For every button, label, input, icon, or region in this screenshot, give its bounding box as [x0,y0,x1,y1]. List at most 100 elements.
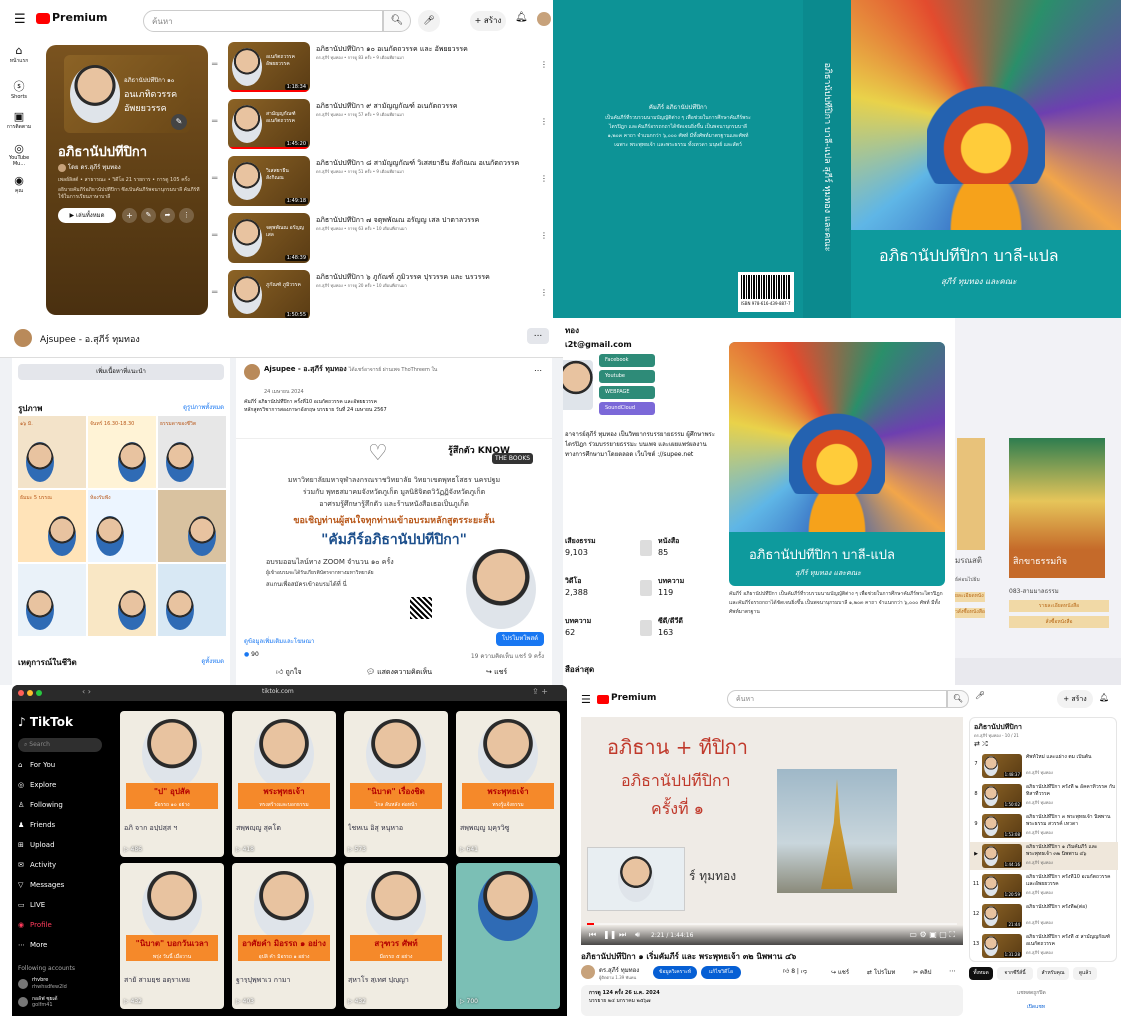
nav-item-friends[interactable]: ♟ Friends [18,821,108,837]
page-avatar[interactable] [14,329,32,347]
video-thumbnail[interactable]: จตุพพัณณ อรัญญ เสล 1:48:39 [228,213,310,263]
events-link[interactable]: ดูทั้งหมด [201,656,224,666]
filter-chip[interactable]: ทั้งหมด [969,967,993,980]
social-button-webpage[interactable]: WEBPAGE [599,386,655,399]
mic-icon[interactable]: 🎤︎ [975,691,985,700]
more-icon[interactable]: ⋮ [540,231,548,240]
side-detail-button[interactable]: รายละเอียดหนังสือ [1009,600,1109,612]
pause-icon[interactable]: ❚❚ [603,930,616,939]
photo-thumbnail[interactable]: จันทร์ 16.30-18.30 [88,416,156,488]
create-button[interactable]: + สร้าง [1057,690,1093,708]
nav-item-more[interactable]: ⋯ More [18,941,108,957]
video-card[interactable]: "นิบาต" เรื่องชิด ไกล ลับหลัง ต่อหน้า ไชหเ… [344,711,448,857]
playlist-item[interactable]: 7 1:48:37 ศัพท์ใหม่ และแผ่าง ตม เป็นต้น ดร.… [970,752,1118,780]
playlist-item[interactable]: ▶ 1:44:16 อภิธานัปปทีปิกา ๑ เริ่มคัมภีร์ แ… [970,842,1118,870]
next-icon[interactable]: ⏭ [619,930,626,940]
video-card[interactable]: ▷ 700 [456,863,560,1009]
social-button-soundcloud[interactable]: SoundCloud [599,402,655,415]
drag-handle-icon[interactable]: ═ [212,288,217,298]
post-avatar[interactable] [244,364,260,380]
nav-item-following[interactable]: ♙ Following [18,801,108,817]
video-card[interactable]: อาศัยคำ มิอรรถ ๑ อย่าง อุปลิ คำ มิอรรถ ๑ … [232,863,336,1009]
bell-icon[interactable]: 🔔︎ [515,12,528,23]
video-card[interactable]: "นิบาต" บอกวันเวลา พรุ่ง วันนี้ เมื่อวานส… [120,863,224,1009]
youtube-logo[interactable] [597,695,609,704]
photo-thumbnail[interactable]: ธรรมดาของชีวิต [158,416,226,488]
video-card[interactable]: สวุฑวร ศัพท์ มีอรรถ ๕ อย่าง สฺหาโร สฺเทศ ป… [344,863,448,1009]
add-icon[interactable]: + [122,208,137,223]
photo-thumbnail[interactable] [158,490,226,562]
search-input[interactable]: ค้นหา [143,10,383,32]
social-button-youtube[interactable]: Youtube [599,370,655,383]
filter-chip[interactable]: ดูแล้ว [1073,967,1097,980]
search-button[interactable]: 🔍︎ [383,10,411,32]
filter-chip[interactable]: สำหรับคุณ [1037,967,1069,980]
following-account[interactable]: rhvbre rhwhsdfew2ld [18,977,110,993]
video-thumbnail[interactable]: วิเสสยาธีน สังกิณณ 1:49:18 [228,156,310,206]
live-chat-link[interactable]: เปิดแชท [1027,1003,1045,1011]
more-icon[interactable]: ⋮ [179,208,194,223]
drag-handle-icon[interactable]: ═ [212,60,217,70]
drag-handle-icon[interactable]: ═ [212,231,217,241]
play-all-button[interactable]: ▶ เล่นทั้งหมด [58,208,116,223]
prev-icon[interactable]: ⏮ [589,930,596,940]
tiktok-logo[interactable]: ♪ TikTok [18,715,73,729]
book-cover-image[interactable]: อภิธานัปปทีปิกา บาลี-แปล สุภีร์ ทุมทอง แ… [729,342,945,586]
edit-icon[interactable]: ✎ [171,114,187,130]
back-icon[interactable]: ‹ › [82,687,91,696]
share-icon[interactable]: ⇪ + [532,687,548,696]
video-thumbnail[interactable]: สามัญญกัณฑ์ อเนกัตถวรรค 1:45:20 [228,99,310,149]
post-more-icon[interactable]: ⋯ [534,366,542,375]
menu-icon[interactable]: ☰ [14,12,26,27]
video-card[interactable]: พระพุทธเจ้า ทรงรู้แจ้งธรรม สพฺพญฺญู มฺคุรว… [456,711,560,857]
video-card[interactable]: "ป" อุปสัค มีอรรถ ๑๐ อย่าง อภิ จาก อปฺปสฺส… [120,711,224,857]
nav-subscriptions[interactable]: ▣ การติดตาม [2,110,36,131]
volume-icon[interactable]: 🔊︎ [635,930,640,940]
youtube-logo[interactable] [36,13,50,24]
nav-item-explore[interactable]: ◎ Explore [18,781,108,797]
nav-home[interactable]: ⌂ หน้าแรก [2,44,36,65]
photo-thumbnail[interactable] [88,564,156,636]
search-button[interactable]: 🔍︎ [947,690,969,708]
following-account[interactable]: กอลัฟ ซุยเด้ golfm41 [18,995,110,1011]
video-card[interactable]: พระพุทธเจ้า ทรงสร้างและบอกธรรม สพฺพญฺญู สุ… [232,711,336,857]
loop-icon[interactable]: ⇄ ⤮ [974,740,988,749]
playlist-video-row[interactable]: ═ สามัญญกัณฑ์ อเนกัตถวรรค 1:45:20 อภิธานัปป… [212,97,550,151]
playlist-item[interactable]: 9 1:53:08 อภิธานัปปทีปิกา ๓ พระพุทธเจ้า นิ… [970,812,1118,840]
nav-item-upload[interactable]: ⊞ Upload [18,841,108,857]
playlist-item[interactable]: 13 1:31:28 อภิธานัปปทีปิกา ครั้งที่ ๕ สามั… [970,932,1118,960]
promote-button[interactable]: โปรโมทโพสต์ [496,632,544,646]
playlist-item[interactable]: 12 21:44 อภิธานัปปทีปิกา ครั้งที่๒(ต่อ) ดร.… [970,902,1118,930]
menu-icon[interactable]: ☰ [581,693,591,706]
side-left-buy[interactable]: วสั่งซื้อหนังสือ [955,608,985,618]
window-zoom[interactable] [36,690,42,696]
nav-item-for-you[interactable]: ⌂ For You [18,761,108,777]
more-icon[interactable]: ⋮ [540,174,548,183]
playlist-cover[interactable]: อภิธานัปปทีปิกา ๑๐ อนเภทิดวรรค อัพยยวรรค… [64,55,190,133]
like-button[interactable]: 👍︎ ถูกใจ [276,667,302,678]
description-box[interactable]: การดู 124 ครั้ง 26 ม.ค. 2024 บรรยาย ๒๔ ม… [581,985,963,1016]
nav-shorts[interactable]: ⓢ Shorts [2,78,36,100]
page-more-button[interactable]: ... [527,328,549,344]
mic-icon[interactable]: 🎤︎ [418,10,440,32]
search-input[interactable]: ค้นหา [727,690,947,708]
drag-handle-icon[interactable]: ═ [212,117,217,127]
photos-link[interactable]: ดูรูปภาพทั้งหมด [183,402,224,412]
channel-avatar[interactable] [581,965,595,979]
more-actions-icon[interactable]: ⋯ [949,967,956,975]
nav-item-live[interactable]: ▭ LIVE [18,901,108,917]
nav-item-activity[interactable]: ✉ Activity [18,861,108,877]
share-button[interactable]: ↪ แชร์ [831,967,849,977]
more-icon[interactable]: ⋮ [540,117,548,126]
social-button-facebook[interactable]: Facebook [599,354,655,367]
photo-thumbnail[interactable] [158,564,226,636]
post-author[interactable]: Ajsupee - อ.สุภีร์ ทุมทอง ได้แชร์อาจารย์… [264,364,534,375]
video-thumbnail[interactable]: อเนกัตถวรรค อัพยยวรรค 1:18:34 [228,42,310,92]
window-close[interactable] [18,690,24,696]
side-buy-button[interactable]: สั่งซื้อหนังสือ [1009,616,1109,628]
edit-video-button[interactable]: แก้ไขวิดีโอ [701,966,741,979]
filter-chip[interactable]: จากซีรีส์นี้ [997,967,1033,980]
promote-button[interactable]: ⇄ โปรโมท [867,967,895,977]
avatar[interactable] [537,12,551,26]
playlist-video-row[interactable]: ═ ภูกัณฑ์ ภูมิวรรค 1:50:55 อภิธานัปปทีปิกา … [212,268,550,318]
